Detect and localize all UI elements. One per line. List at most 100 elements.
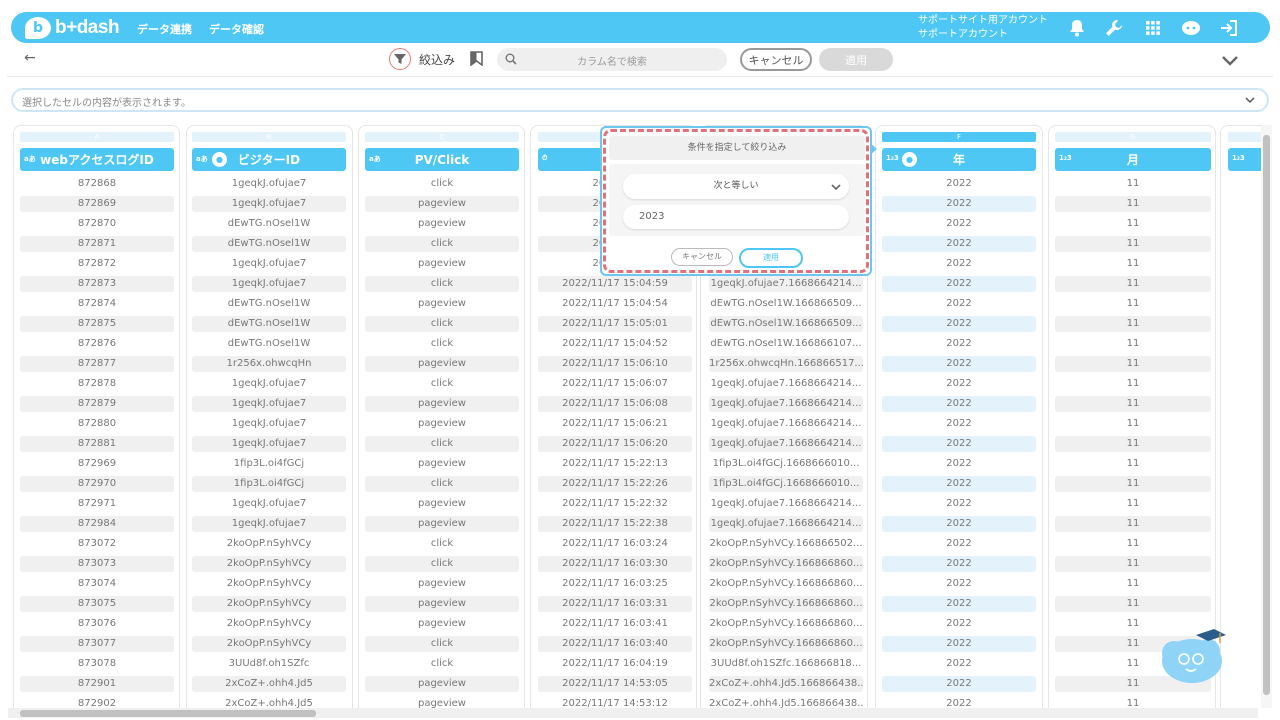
bookmark-icon[interactable] xyxy=(470,51,483,67)
column-letter[interactable]: G xyxy=(1055,132,1211,142)
cancel-button[interactable]: キャンセル xyxy=(740,48,812,71)
column-letter[interactable]: A xyxy=(20,132,174,142)
table-cell[interactable]: 2koOpP.nSyhVCy xyxy=(192,536,346,552)
column-letter[interactable]: F xyxy=(882,132,1036,142)
table-cell[interactable]: dEwTG.nOsel1W.166866509... xyxy=(709,316,863,332)
table-cell[interactable]: 1geqkJ.ofujae7 xyxy=(192,176,346,192)
table-cell[interactable]: dEwTG.nOsel1W xyxy=(192,316,346,332)
table-cell[interactable]: 2koOpP.nSyhVCy.166866860... xyxy=(709,616,863,632)
column-header[interactable]: 1₂3 ● 年 xyxy=(882,148,1036,171)
table-cell[interactable]: 2022/11/17 15:06:10 xyxy=(538,356,692,372)
chat-bot-icon[interactable] xyxy=(1180,17,1202,39)
table-cell[interactable]: 872881 xyxy=(20,436,174,452)
table-cell[interactable]: 1fip3L.oi4fGCj xyxy=(192,476,346,492)
table-cell[interactable]: 11 xyxy=(1055,476,1211,492)
table-cell[interactable]: 1geqkJ.ofujae7 xyxy=(192,496,346,512)
table-cell[interactable]: 2022 xyxy=(882,676,1036,692)
table-cell[interactable]: 2022/11/17 15:04:54 xyxy=(538,296,692,312)
table-cell[interactable]: 2022 xyxy=(882,436,1036,452)
filter-label[interactable]: 絞込み xyxy=(419,51,455,68)
table-cell[interactable]: 873072 xyxy=(20,536,174,552)
table-cell[interactable]: 873075 xyxy=(20,596,174,612)
table-cell[interactable]: 872869 xyxy=(20,196,174,212)
table-cell[interactable]: pageview xyxy=(365,456,519,472)
table-cell[interactable]: 1geqkJ.ofujae7 xyxy=(192,416,346,432)
column-header[interactable]: aあ ● ビジターID xyxy=(192,148,346,171)
table-cell[interactable]: 2022/11/17 15:05:01 xyxy=(538,316,692,332)
table-cell[interactable]: click xyxy=(365,556,519,572)
table-cell[interactable]: 11 xyxy=(1055,356,1211,372)
table-cell[interactable]: 872872 xyxy=(20,256,174,272)
table-cell[interactable]: 2022/11/17 14:53:12 xyxy=(538,696,692,708)
table-cell[interactable]: 1r256x.ohwcqHn.166866517... xyxy=(709,356,863,372)
table-cell[interactable]: 2022/11/17 14:53:05 xyxy=(538,676,692,692)
table-cell[interactable]: 1geqkJ.ofujae7.1668664214... xyxy=(709,416,863,432)
table-cell[interactable]: 2022/11/17 16:03:31 xyxy=(538,596,692,612)
table-cell[interactable]: 1geqkJ.ofujae7 xyxy=(192,256,346,272)
table-cell[interactable]: dEwTG.nOsel1W xyxy=(192,336,346,352)
table-cell[interactable]: click xyxy=(365,336,519,352)
column-letter[interactable]: B xyxy=(192,132,346,142)
table-cell[interactable]: 2koOpP.nSyhVCy.166866860... xyxy=(709,636,863,652)
table-cell[interactable]: 2022 xyxy=(882,596,1036,612)
back-arrow-icon[interactable]: ← xyxy=(24,50,36,66)
table-cell[interactable]: 2022 xyxy=(882,296,1036,312)
table-cell[interactable]: 11 xyxy=(1055,596,1211,612)
column-header[interactable]: 1₂3 月 xyxy=(1055,148,1211,171)
table-cell[interactable]: pageview xyxy=(365,416,519,432)
table-cell[interactable]: 2koOpP.nSyhVCy.166866860... xyxy=(709,576,863,592)
table-cell[interactable]: 2022/11/17 15:06:07 xyxy=(538,376,692,392)
nav-data-check[interactable]: データ確認 xyxy=(209,21,264,37)
table-cell[interactable]: dEwTG.nOsel1W xyxy=(192,236,346,252)
table-cell[interactable]: 872875 xyxy=(20,316,174,332)
table-cell[interactable]: click xyxy=(365,476,519,492)
table-cell[interactable]: 1geqkJ.ofujae7.1668664214... xyxy=(709,436,863,452)
table-cell[interactable]: 1geqkJ.ofujae7.1668664214... xyxy=(709,376,863,392)
table-cell[interactable]: 2022 xyxy=(882,276,1036,292)
table-cell[interactable]: 2022 xyxy=(882,456,1036,472)
table-cell[interactable]: 2022 xyxy=(882,616,1036,632)
table-cell[interactable]: 872902 xyxy=(20,696,174,708)
table-cell[interactable]: 2koOpP.nSyhVCy.166866860... xyxy=(709,596,863,612)
table-cell[interactable]: 872868 xyxy=(20,176,174,192)
table-cell[interactable]: 872870 xyxy=(20,216,174,232)
table-cell[interactable]: 1r256x.ohwcqHn xyxy=(192,356,346,372)
table-cell[interactable]: 11 xyxy=(1055,556,1211,572)
table-cell[interactable]: dEwTG.nOsel1W xyxy=(192,296,346,312)
table-cell[interactable]: 2022/11/17 15:06:21 xyxy=(538,416,692,432)
nav-data-link[interactable]: データ連携 xyxy=(137,21,192,37)
table-cell[interactable]: 2022 xyxy=(882,576,1036,592)
column-letter[interactable]: C xyxy=(365,132,519,142)
table-cell[interactable]: click xyxy=(365,376,519,392)
expand-chevron-icon[interactable] xyxy=(1245,96,1255,104)
table-cell[interactable]: 1geqkJ.ofujae7 xyxy=(192,516,346,532)
table-cell[interactable]: 872971 xyxy=(20,496,174,512)
column-letter[interactable] xyxy=(1228,132,1262,142)
table-cell[interactable]: 2022/11/17 16:04:19 xyxy=(538,656,692,672)
table-cell[interactable]: 11 xyxy=(1055,436,1211,452)
table-cell[interactable]: 2022 xyxy=(882,656,1036,672)
table-cell[interactable]: 873077 xyxy=(20,636,174,652)
vertical-scroll-thumb[interactable] xyxy=(1263,135,1270,695)
account-info[interactable]: サポートサイト用アカウント サポートアカウント xyxy=(918,14,1048,42)
logo[interactable]: b b+dash xyxy=(25,16,121,40)
table-cell[interactable]: pageview xyxy=(365,256,519,272)
table-cell[interactable]: 3UUd8f.oh1SZfc xyxy=(192,656,346,672)
table-cell[interactable]: 11 xyxy=(1055,236,1211,252)
table-cell[interactable]: 2022/11/17 15:06:08 xyxy=(538,396,692,412)
logout-icon[interactable] xyxy=(1218,17,1240,39)
table-cell[interactable]: 2022 xyxy=(882,516,1036,532)
table-cell[interactable]: pageview xyxy=(365,596,519,612)
table-cell[interactable]: 872880 xyxy=(20,416,174,432)
table-cell[interactable]: 2022/11/17 15:04:52 xyxy=(538,336,692,352)
table-cell[interactable]: pageview xyxy=(365,676,519,692)
table-cell[interactable]: 872877 xyxy=(20,356,174,372)
table-cell[interactable]: 11 xyxy=(1055,336,1211,352)
table-cell[interactable]: 11 xyxy=(1055,416,1211,432)
table-cell[interactable]: 11 xyxy=(1055,496,1211,512)
table-cell[interactable]: 873073 xyxy=(20,556,174,572)
table-cell[interactable]: 11 xyxy=(1055,376,1211,392)
filter-apply-button[interactable]: 適用 xyxy=(739,248,803,268)
table-cell[interactable]: 11 xyxy=(1055,456,1211,472)
filter-value-input[interactable]: 2023 xyxy=(623,205,849,229)
